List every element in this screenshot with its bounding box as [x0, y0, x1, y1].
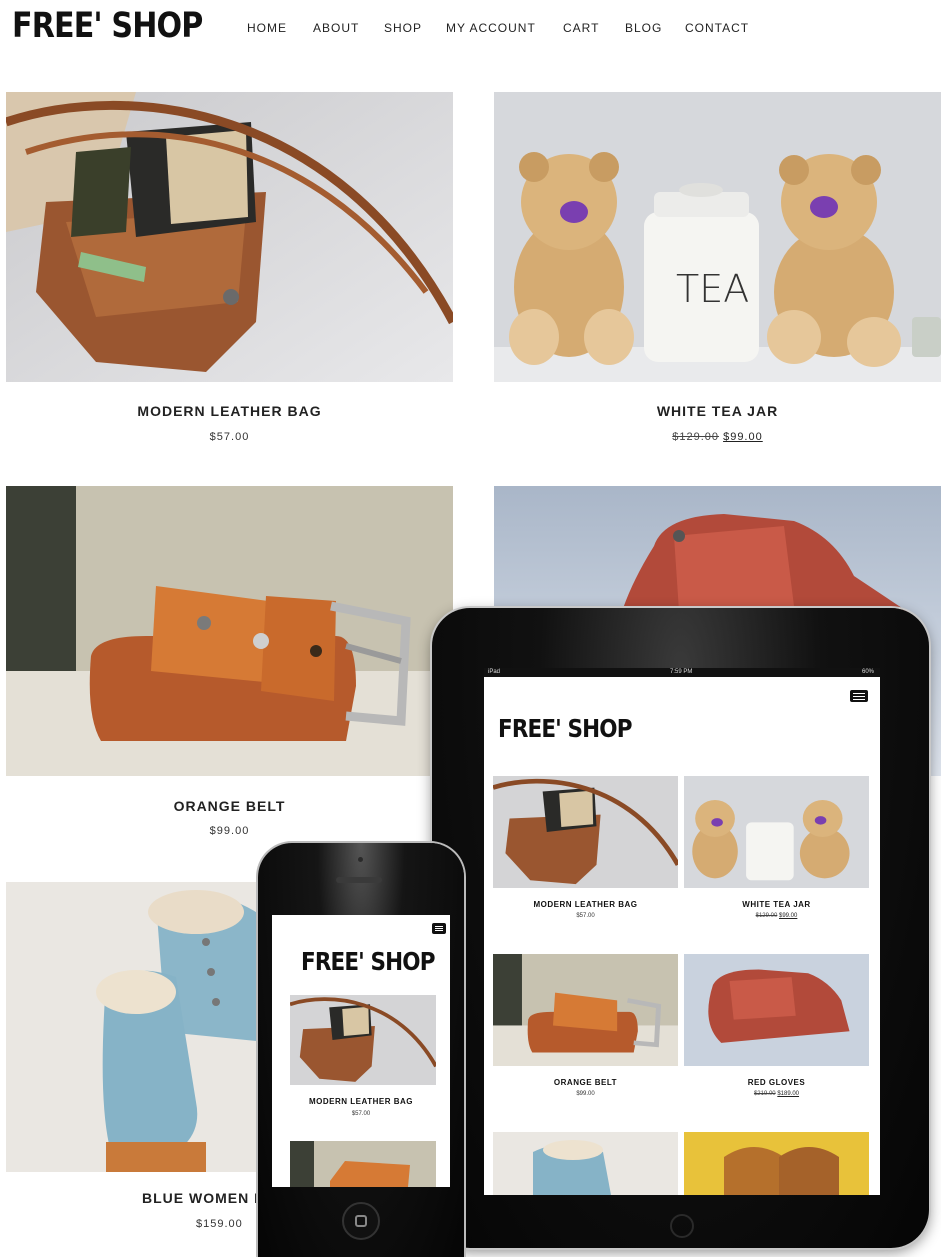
product-title[interactable]: WHITE TEA JAR: [494, 403, 941, 419]
sale-price: $99.00: [779, 913, 798, 919]
menu-icon[interactable]: [850, 690, 868, 702]
status-battery: 60%: [861, 669, 874, 675]
product-price: $57.00: [209, 431, 250, 443]
tablet-home-button[interactable]: [670, 1214, 694, 1238]
tablet-product-price: $57.00: [576, 913, 595, 919]
phone-product-price: $57.00: [351, 1111, 371, 1117]
product-price: $129.00 $99.00: [494, 431, 941, 443]
nav-cart[interactable]: CART: [563, 21, 599, 35]
phone-camera: [358, 857, 363, 862]
tablet-product-title[interactable]: WHITE TEA JAR: [684, 900, 869, 909]
tablet-product-image[interactable]: [493, 954, 678, 1066]
sale-price: $99.00: [723, 431, 763, 443]
tablet-product-title[interactable]: MODERN LEATHER BAG: [493, 900, 678, 909]
tablet-logo[interactable]: FREE' SHOP: [498, 714, 632, 743]
svg-text:TEA: TEA: [676, 267, 749, 311]
product-image-leather-bag[interactable]: [6, 92, 453, 382]
tablet-screen: iPad 7:59 PM 60% FREE' SHOP MODERN LEATH…: [484, 668, 880, 1195]
tablet-product-title[interactable]: ORANGE BELT: [493, 1078, 678, 1087]
product-image-tea-jar[interactable]: TEA: [494, 92, 941, 382]
tablet-product-image[interactable]: [684, 776, 869, 888]
sale-price: $189.00: [777, 1091, 800, 1097]
tablet-product-price: $219.00 $189.00: [684, 1091, 869, 1097]
status-time: 7:59 PM: [670, 669, 693, 675]
tablet-device: iPad 7:59 PM 60% FREE' SHOP MODERN LEATH…: [432, 608, 929, 1248]
tablet-product-image[interactable]: [684, 1132, 869, 1195]
phone-product-image[interactable]: [290, 1141, 436, 1187]
menu-icon[interactable]: [432, 923, 446, 934]
site-logo[interactable]: FREE' SHOP: [12, 6, 203, 46]
nav-blog[interactable]: BLOG: [625, 21, 662, 35]
old-price: $129.00: [755, 913, 778, 919]
tablet-product-title[interactable]: RED GLOVES: [684, 1078, 869, 1087]
phone-product-image[interactable]: [290, 995, 436, 1085]
phone-screen: FREE' SHOP MODERN LEATHER BAG $57.00: [272, 915, 450, 1187]
phone-home-button[interactable]: [342, 1202, 380, 1240]
phone-logo[interactable]: FREE' SHOP: [301, 947, 435, 976]
nav-home[interactable]: HOME: [247, 21, 287, 35]
nav-shop[interactable]: SHOP: [384, 21, 422, 35]
tablet-product-image[interactable]: [684, 954, 869, 1066]
tablet-status-bar: iPad 7:59 PM 60%: [484, 668, 880, 677]
phone-speaker: [336, 877, 382, 883]
product-title[interactable]: MODERN LEATHER BAG: [6, 403, 453, 419]
phone-device: FREE' SHOP MODERN LEATHER BAG $57.00: [258, 843, 464, 1257]
nav-my-account[interactable]: MY ACCOUNT: [446, 21, 536, 35]
product-image-orange-belt[interactable]: [6, 486, 453, 776]
phone-product-title[interactable]: MODERN LEATHER BAG: [272, 1097, 450, 1106]
old-price: $219.00: [753, 1091, 776, 1097]
tablet-product-price: $129.00 $99.00: [684, 913, 869, 919]
product-price: $99.00: [209, 825, 250, 837]
nav-about[interactable]: ABOUT: [313, 21, 359, 35]
tablet-product-image[interactable]: [493, 776, 678, 888]
tablet-product-price: $99.00: [576, 1091, 595, 1097]
product-title[interactable]: ORANGE BELT: [6, 798, 453, 814]
old-price: $129.00: [672, 431, 720, 443]
status-carrier: iPad: [488, 669, 501, 675]
nav-contact[interactable]: CONTACT: [685, 21, 749, 35]
tablet-product-image[interactable]: [493, 1132, 678, 1195]
